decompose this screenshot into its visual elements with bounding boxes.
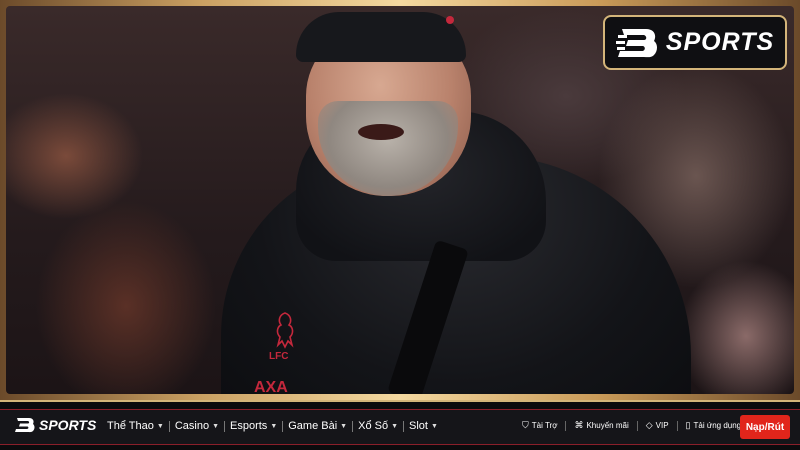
liverbird-crest-icon xyxy=(276,312,294,349)
util-divider xyxy=(676,420,678,431)
chevron-down-icon: ▼ xyxy=(340,422,348,430)
brand-logo-badge[interactable]: SPORTS xyxy=(603,15,787,70)
util-label: VIP xyxy=(655,421,669,430)
promo-icon: ⌘ xyxy=(574,420,584,430)
nav-item-label: Game Bài xyxy=(288,420,338,432)
chevron-down-icon: ▼ xyxy=(270,422,278,430)
chevron-down-icon: ▼ xyxy=(212,422,220,430)
nav-divider xyxy=(352,420,354,432)
nav-divider xyxy=(403,420,405,432)
util-link-promo[interactable]: ⌘ Khuyến mãi xyxy=(574,420,628,431)
util-divider xyxy=(565,420,567,431)
nav-item-game-bai[interactable]: Game Bài ▼ xyxy=(288,420,347,432)
sponsor-icon: ⛉ xyxy=(522,420,529,430)
mobile-icon: ▯ xyxy=(685,420,691,430)
coach-mouth xyxy=(358,124,404,140)
util-link-vip[interactable]: ◇ VIP xyxy=(646,420,669,431)
nav-item-label: Thể Thao xyxy=(107,420,154,432)
nav-logo-wordmark: SPORTS xyxy=(39,417,97,433)
util-link-sponsor[interactable]: ⛉ Tài Trợ xyxy=(522,420,557,431)
nav-item-esports[interactable]: Esports ▼ xyxy=(230,420,277,432)
nav-item-label: Xổ Số xyxy=(358,420,389,432)
nav-item-label: Casino xyxy=(174,420,210,432)
util-divider xyxy=(636,420,638,431)
cap-logo xyxy=(446,16,454,24)
b-sports-logo-icon xyxy=(615,28,657,57)
util-label: Tài Trợ xyxy=(531,421,558,430)
nav-divider xyxy=(282,420,284,432)
utility-links: ⛉ Tài Trợ ⌘ Khuyến mãi ◇ VIP ▯ Tải ứng d… xyxy=(522,420,741,431)
nav-item-label: Esports xyxy=(230,420,268,432)
main-menu: Thể Thao ▼ Casino ▼ Esports ▼ Game Bài ▼ Xổ … xyxy=(107,420,438,432)
nav-item-slot[interactable]: Slot ▼ xyxy=(409,420,438,432)
navbar-strip: SPORTS Thể Thao ▼ Casino ▼ Esports ▼ Game B… xyxy=(0,409,800,445)
util-label: Tải ứng dụng xyxy=(693,421,742,430)
brand-wordmark: SPORTS xyxy=(665,28,775,56)
chevron-down-icon: ▼ xyxy=(430,422,438,430)
nav-logo[interactable]: SPORTS xyxy=(14,416,96,434)
chevron-down-icon: ▼ xyxy=(391,422,399,430)
util-label: Khuyến mãi xyxy=(586,421,629,430)
coach-cap xyxy=(296,12,466,62)
nav-item-casino[interactable]: Casino ▼ xyxy=(175,420,219,432)
nav-divider xyxy=(168,420,170,432)
jacket-sponsor: AXA xyxy=(254,379,288,394)
b-sports-logo-icon xyxy=(15,418,35,433)
chevron-down-icon: ▼ xyxy=(156,422,164,430)
bottom-navbar: SPORTS Thể Thao ▼ Casino ▼ Esports ▼ Game B… xyxy=(0,400,800,450)
util-link-download-app[interactable]: ▯ Tải ứng dụng xyxy=(686,420,742,431)
nav-divider xyxy=(224,420,226,432)
deposit-withdraw-button[interactable]: Nạp/Rút xyxy=(740,415,790,439)
crest-text: LFC xyxy=(269,351,289,362)
nav-item-label: Slot xyxy=(409,420,428,432)
diamond-icon: ◇ xyxy=(645,420,653,430)
nav-item-xo-so[interactable]: Xổ Số ▼ xyxy=(358,420,398,432)
nav-item-the-thao[interactable]: Thể Thao ▼ xyxy=(107,420,164,432)
